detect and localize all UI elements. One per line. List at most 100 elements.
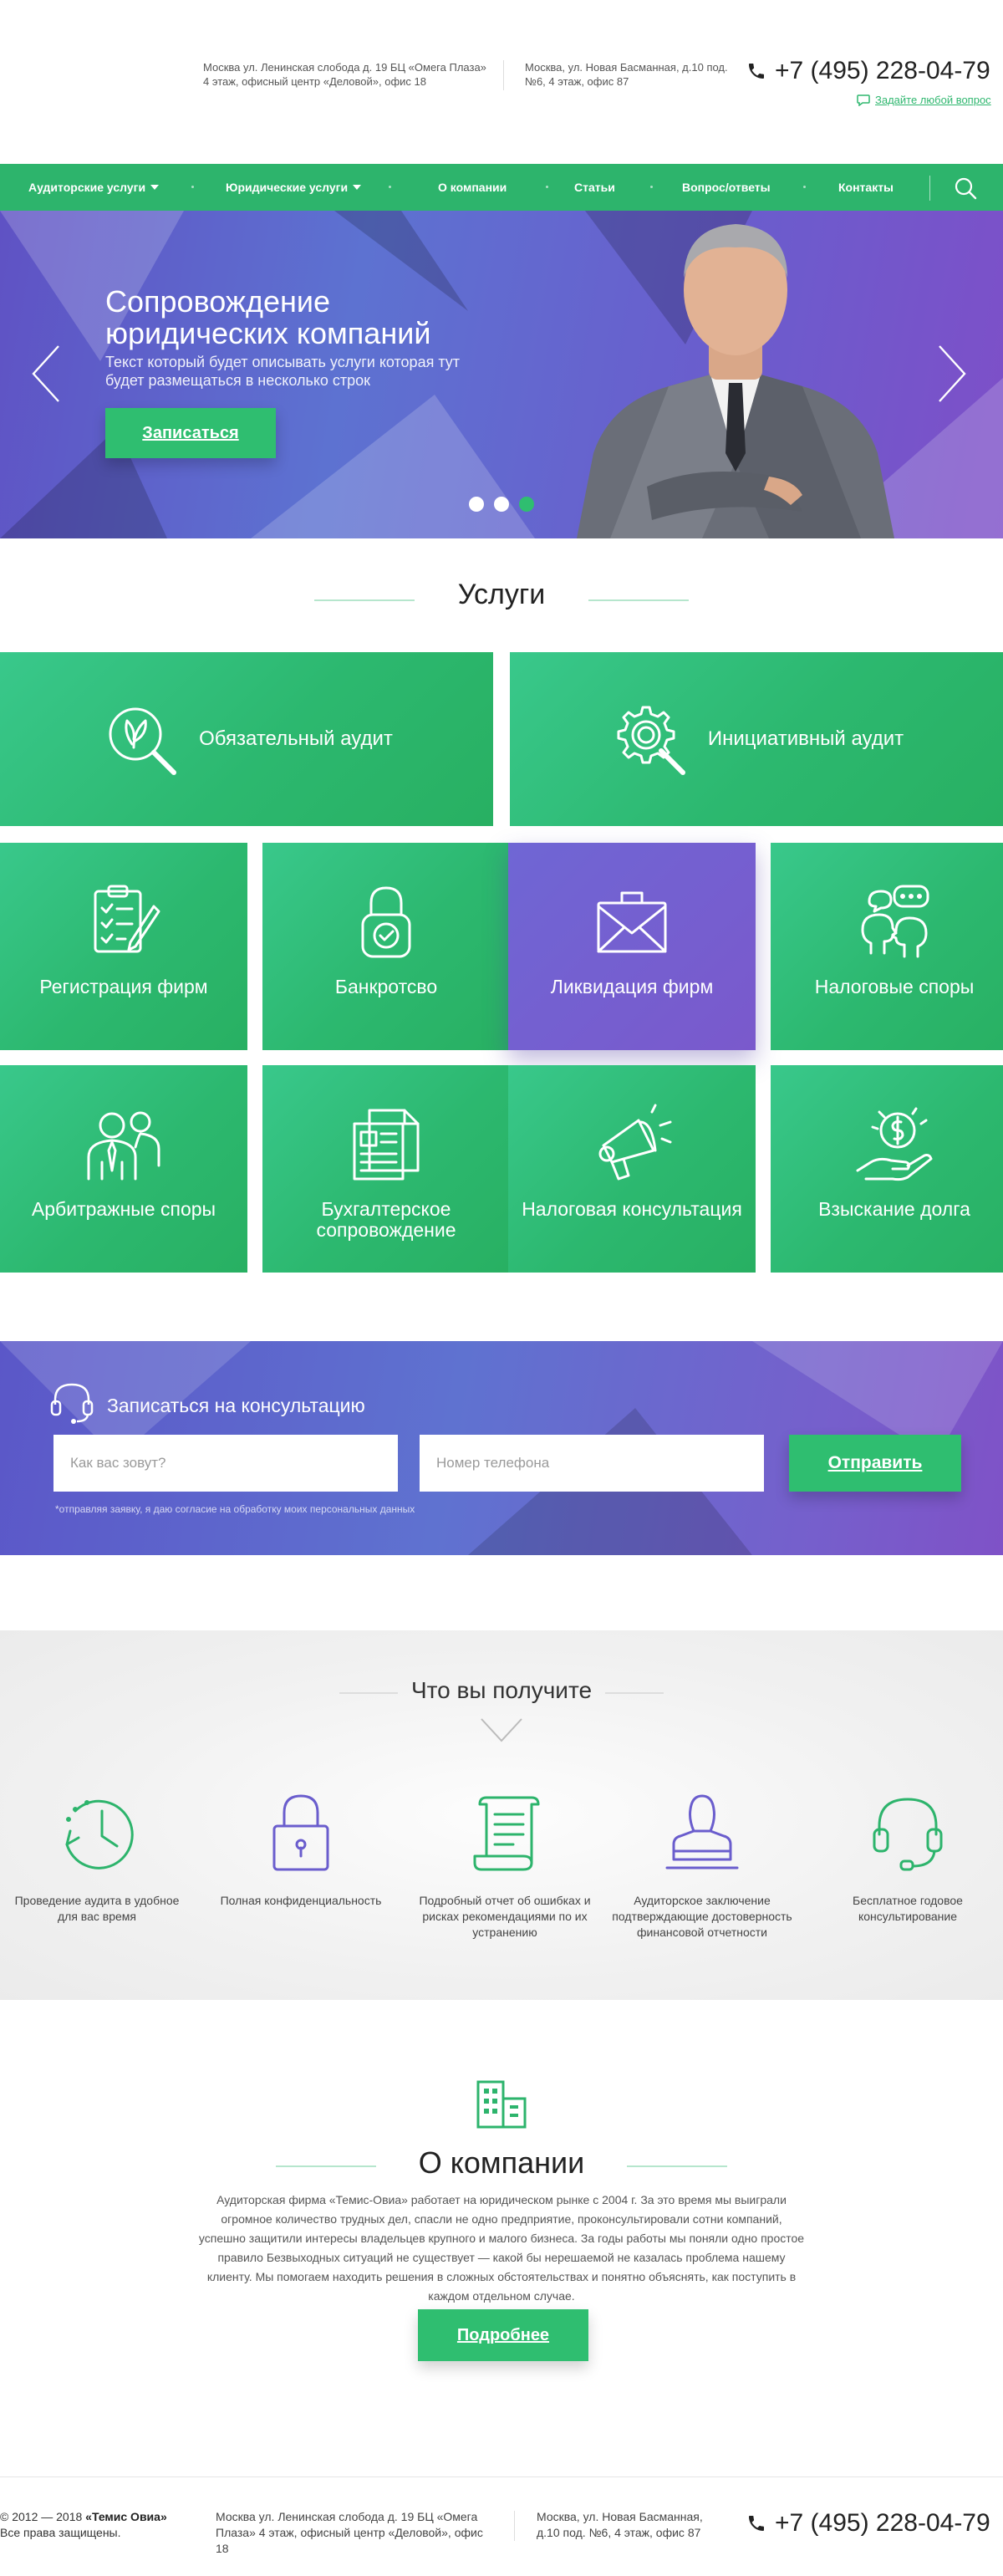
- service-label: Налоговая консультация: [522, 1198, 742, 1220]
- footer-address-1: Москва ул. Ленинская слобода д. 19 БЦ «О…: [216, 2510, 483, 2555]
- businessman-image: [577, 224, 894, 538]
- benefits-title: Что вы получите: [410, 1677, 593, 1703]
- header-divider: [503, 60, 504, 90]
- service-label: Ликвидация фирм: [550, 976, 714, 997]
- service-tile-bankruptcy[interactable]: Банкротсво: [262, 843, 510, 1050]
- chevron-down-icon: [481, 1718, 522, 1742]
- chevron-down-icon: [353, 185, 362, 190]
- slider-next-arrow[interactable]: [938, 344, 966, 403]
- nav-item-articles[interactable]: Статьи: [574, 181, 615, 194]
- consult-form: Записаться на консультацию Отправить *от…: [0, 1341, 1003, 1555]
- ask-question-label: Задайте любой вопрос: [875, 94, 991, 106]
- nav-item-about[interactable]: О компании: [438, 181, 507, 194]
- service-label: Арбитражные споры: [31, 1198, 216, 1220]
- chevron-down-icon: [150, 185, 160, 190]
- benefit-item: Проведение аудита в удобное для вас врем…: [5, 1786, 189, 1925]
- about-text: Аудиторская фирма «Темис-Овиа» работает …: [198, 2193, 805, 2303]
- lock-icon: [272, 1794, 329, 1871]
- about-title: О компании: [418, 2145, 585, 2180]
- service-tile-arbitration[interactable]: Арбитражные споры: [0, 1065, 247, 1273]
- service-tile-registration[interactable]: Регистрация фирм: [0, 843, 247, 1050]
- documents-icon: [353, 1109, 420, 1181]
- footer-divider: [514, 2511, 515, 2541]
- service-tile-liquidation[interactable]: Ликвидация фирм: [508, 843, 756, 1050]
- copyright-years: © 2012 — 2018: [0, 2510, 83, 2523]
- nav-item-label: Юридические услуги: [226, 181, 349, 194]
- gear-magnifier-icon: [617, 706, 685, 775]
- building-icon: [476, 2080, 527, 2129]
- service-label: Налоговые споры: [814, 976, 975, 997]
- magnifier-leaf-icon: [109, 707, 177, 775]
- section-title-line: [605, 1692, 664, 1694]
- benefit-item: Бесплатное годовое консультирование: [816, 1786, 1000, 1925]
- service-label: Бухгалтерское сопровождение: [316, 1198, 456, 1241]
- slider-dot-active[interactable]: [519, 497, 534, 512]
- send-button[interactable]: Отправить: [789, 1435, 961, 1492]
- nav-item-label: Вопрос/ответы: [682, 181, 771, 194]
- phone-input[interactable]: [420, 1435, 764, 1492]
- checklist-pen-icon: [94, 885, 160, 953]
- consult-title: Записаться на консультацию: [107, 1395, 365, 1416]
- search-icon[interactable]: [953, 176, 978, 201]
- service-tile-accounting[interactable]: Бухгалтерское сопровождение: [262, 1065, 510, 1273]
- nav-item-label: О компании: [438, 181, 507, 194]
- slider-dots: [469, 497, 534, 512]
- nav-item-faq[interactable]: Вопрос/ответы: [682, 181, 771, 194]
- slider-dot[interactable]: [469, 497, 484, 512]
- section-title-line: [627, 2165, 727, 2167]
- header: Москва ул. Ленинская слобода д. 19 БЦ «О…: [0, 0, 1003, 164]
- nav-item-contacts[interactable]: Контакты: [838, 181, 894, 194]
- service-tile-mandatory-audit[interactable]: Обязательный аудит: [0, 652, 493, 826]
- header-phone[interactable]: +7 (495) 228-04-79: [746, 57, 990, 85]
- money-hand-icon: [856, 1107, 933, 1181]
- nav-divider: [546, 186, 548, 188]
- chat-icon: [857, 94, 870, 106]
- nav-divider: [191, 186, 194, 188]
- footer-address-2: Москва, ул. Новая Басманная, д.10 под. №…: [537, 2510, 703, 2539]
- nav-item-legal-services[interactable]: Юридические услуги: [226, 181, 362, 194]
- benefit-item: Полная конфиденциальность: [209, 1786, 393, 1909]
- megaphone-icon: [598, 1104, 672, 1181]
- padlock-icon: [361, 886, 411, 958]
- benefit-text: Бесплатное годовое консультирование: [853, 1894, 963, 1923]
- businessmen-icon: [87, 1111, 160, 1181]
- footer: © 2012 — 2018 «Темис Овиа» Все права защ…: [0, 2477, 1003, 2576]
- header-address-1: Москва ул. Ленинская слобода д. 19 БЦ «О…: [203, 61, 486, 88]
- slider-dot[interactable]: [494, 497, 509, 512]
- nav-item-audit-services[interactable]: Аудиторские услуги: [28, 181, 160, 194]
- phone-icon: [749, 64, 764, 79]
- service-label: Обязательный аудит: [199, 727, 393, 750]
- nav-item-label: Контакты: [838, 181, 894, 194]
- rights-text: Все права защищены.: [0, 2526, 121, 2539]
- name-input[interactable]: [53, 1435, 398, 1492]
- nav-divider: [389, 186, 391, 188]
- nav-item-label: Аудиторские услуги: [28, 181, 146, 194]
- hero-signup-button[interactable]: Записаться: [105, 408, 276, 458]
- benefit-text: Проведение аудита в удобное для вас врем…: [14, 1894, 180, 1923]
- service-tile-tax-disputes[interactable]: Налоговые споры: [771, 843, 1003, 1050]
- briefcase-icon: [597, 891, 667, 953]
- consent-note: *отправляя заявку, я даю согласие на обр…: [55, 1503, 415, 1515]
- service-label: Банкротсво: [334, 976, 438, 997]
- service-tile-initiative-audit[interactable]: Инициативный аудит: [510, 652, 1003, 826]
- header-phone-number: +7 (495) 228-04-79: [775, 57, 990, 84]
- phone-icon: [749, 2516, 764, 2531]
- hero-title: Сопровождение юридических компаний: [105, 284, 431, 350]
- benefit-text: Полная конфиденциальность: [220, 1894, 382, 1907]
- stamp-icon: [665, 1794, 739, 1870]
- main-nav: Аудиторские услуги Юридические услуги О …: [0, 164, 1003, 211]
- service-tile-tax-consulting[interactable]: Налоговая консультация: [508, 1065, 756, 1273]
- hero-slider: Сопровождение юридических компаний Текст…: [0, 211, 1003, 538]
- service-label: Регистрация фирм: [39, 976, 208, 997]
- footer-phone[interactable]: +7 (495) 228-04-79: [746, 2509, 990, 2538]
- service-tile-debt-collection[interactable]: Взыскание долга: [771, 1065, 1003, 1273]
- services-title: Услуги: [457, 579, 546, 610]
- section-title-line: [588, 599, 689, 601]
- headset-icon: [50, 1383, 94, 1424]
- service-label: Взыскание долга: [818, 1198, 970, 1220]
- dialog-heads-icon: [861, 885, 929, 958]
- more-button[interactable]: Подробнее: [418, 2309, 588, 2361]
- ask-question-link[interactable]: Задайте любой вопрос: [857, 94, 991, 106]
- slider-prev-arrow[interactable]: [32, 344, 60, 403]
- service-label: Инициативный аудит: [707, 727, 904, 750]
